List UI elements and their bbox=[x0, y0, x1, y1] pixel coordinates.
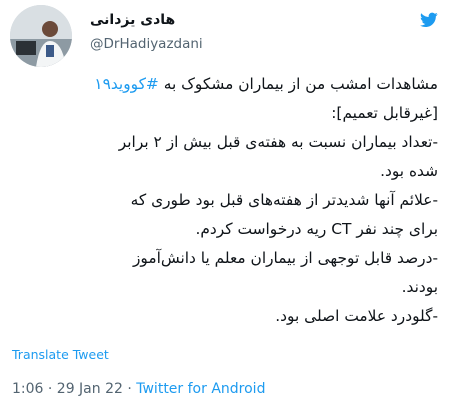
tweet-timestamp[interactable]: 1:06 · 29 Jan 22 · bbox=[12, 381, 136, 397]
twitter-bird-icon[interactable] bbox=[420, 12, 438, 28]
tweet-line: برای چند نفر CT ریه درخواست کردم. bbox=[195, 220, 438, 238]
tweet-line: بودند. bbox=[401, 278, 438, 296]
display-name[interactable]: هادی یزدانی bbox=[90, 12, 175, 28]
tweet-line: -علائم آنها شدیدتر از هفته‌های قبل بود ط… bbox=[130, 191, 438, 209]
profile-photo bbox=[10, 5, 72, 67]
tweet-text: مشاهدات امشب من از بیماران مشکوک به #کوو… bbox=[8, 70, 438, 331]
tweet-line: -تعداد بیماران نسبت به هفته‌ی قبل بیش از… bbox=[118, 133, 438, 151]
tweet-line-text: مشاهدات امشب من از بیماران مشکوک به bbox=[163, 75, 438, 93]
tweet-line: -درصد قابل توجهی از بیماران معلم یا دانش… bbox=[132, 249, 438, 267]
avatar[interactable] bbox=[10, 5, 72, 67]
tweet-meta: 1:06 · 29 Jan 22 · Twitter for Android bbox=[12, 381, 265, 397]
tweet-header: هادی یزدانی @DrHadiyazdani bbox=[0, 0, 450, 70]
translate-tweet-link[interactable]: Translate Tweet bbox=[12, 347, 109, 362]
tweet-line: -گلودرد علامت اصلی بود. bbox=[275, 307, 438, 325]
tweet-line: [غیرقابل تعمیم]: bbox=[331, 104, 438, 122]
tweet-line: شده بود. bbox=[380, 162, 438, 180]
tweet-line: مشاهدات امشب من از بیماران مشکوک به #کوو… bbox=[8, 70, 438, 99]
user-handle[interactable]: @DrHadiyazdani bbox=[90, 36, 203, 52]
hashtag-link[interactable]: #کووید۱۹ bbox=[94, 75, 159, 93]
tweet-source-link[interactable]: Twitter for Android bbox=[136, 381, 265, 397]
